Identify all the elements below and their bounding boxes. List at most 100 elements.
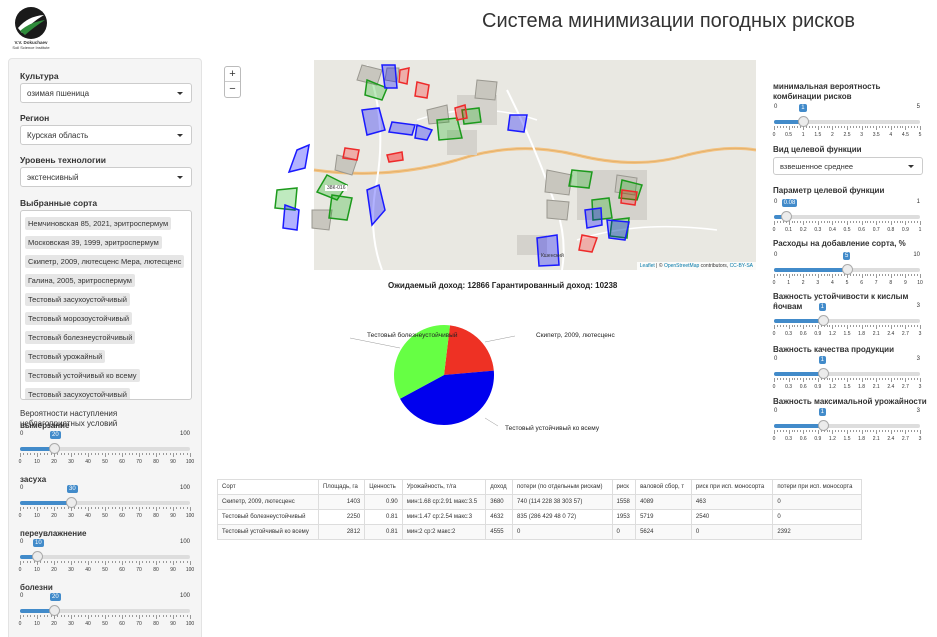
slider-minor-tick (98, 561, 100, 563)
slider-tick-label: 1.8 (858, 331, 866, 337)
slider-tick (88, 507, 89, 511)
sort-chip[interactable]: Скипетр, 2009, лютесценс Мера, лютесценс (25, 255, 185, 268)
right-target_param-slider[interactable]: 0 1 0.08 0 0.1 0.2 0.3 0.4 0.5 0.6 0.7 0.8 0.9 1 (773, 199, 921, 233)
zoom-in-button[interactable]: + (225, 67, 240, 82)
table-header-cell[interactable]: доход (485, 479, 514, 495)
osm-link[interactable]: OpenStreetMap (664, 263, 699, 269)
slider-minor-tick (797, 126, 799, 128)
table-header-cell[interactable]: потери при исп. моносорта (772, 479, 862, 495)
slider-minor-tick (887, 126, 889, 128)
table-cell: 0.90 (364, 494, 403, 510)
slider-minor-tick (776, 430, 778, 432)
slider-minor-tick (884, 274, 886, 276)
slider-tick (890, 430, 892, 434)
slider-minor-tick (823, 378, 825, 380)
slider-minor-tick (844, 378, 846, 380)
slider-minor-tick (169, 507, 171, 509)
slider-minor-tick (791, 221, 793, 223)
sort-chip[interactable]: Тестовый морозоустойчивый (25, 312, 133, 325)
slider-minor-tick (186, 507, 188, 509)
cc-link[interactable]: CC-BY-SA (730, 263, 753, 269)
right-cost-slider[interactable]: 0 10 5 0 1 2 3 4 5 6 7 8 9 10 (773, 252, 923, 286)
table-header-cell[interactable]: риск при исп. моносорта (690, 479, 774, 495)
slider-minor-tick (797, 274, 799, 276)
table-header-cell[interactable]: Площадь, га (317, 479, 366, 495)
slider-max-label: 3 (916, 356, 920, 362)
sort-chip[interactable]: Тестовый засухоустойчивый (25, 388, 130, 399)
slider-minor-tick (811, 430, 813, 432)
slider-minor-tick (67, 615, 69, 617)
slider-tick (122, 615, 123, 619)
slider-minor-tick (829, 325, 831, 327)
slider-minor-tick (911, 430, 913, 432)
slider-tick-label: 0.5 (843, 227, 851, 233)
right-min_prob-slider[interactable]: 0 5 1 0 0.5 1 1.5 2 2.5 3 3.5 4 4.5 5 (773, 104, 921, 138)
slider-minor-tick (142, 507, 144, 509)
page-title: Система минимизации погодных рисков (482, 10, 855, 32)
table-header-cell[interactable]: Ценность (364, 479, 403, 495)
sort-chip[interactable]: Тестовый засухоустойчивый (25, 293, 130, 306)
fields-map[interactable]: 38К-016 Кшенский + − Leaflet | © OpenStr… (217, 60, 756, 270)
slider-tick (20, 507, 21, 511)
table-header-cell[interactable]: потери (по отдельным рискам) (512, 479, 613, 495)
slider-minor-tick (899, 274, 901, 276)
slider-minor-tick (835, 378, 837, 380)
slider-minor-tick (864, 221, 866, 223)
sort-chip[interactable]: Тестовый болезнеустойчивый (25, 331, 136, 344)
slider-minor-tick (166, 615, 168, 617)
table-header-cell[interactable]: Сорт (217, 479, 319, 495)
culture-select[interactable]: озимая пшеница (20, 83, 192, 103)
slider-minor-tick (111, 615, 113, 617)
slider-tick-label: 0 (772, 384, 776, 390)
slider-tick-label: 0 (18, 567, 22, 573)
slider-minor-tick (791, 430, 793, 432)
slider-tick-label: 0.9 (814, 384, 822, 390)
slider-tick (156, 615, 157, 619)
sort-chip[interactable]: Московская 39, 1999, эритроспермум (25, 236, 162, 249)
slider-minor-tick (849, 221, 851, 223)
sort-chip[interactable]: Тестовый урожайный (25, 350, 106, 363)
sort-chip[interactable]: Немчиновская 85, 2021, эритроспермум (25, 217, 172, 230)
slider-minor-tick (57, 561, 59, 563)
slider-tick (861, 274, 863, 278)
slider-minor-tick (115, 507, 117, 509)
slider-tick (156, 453, 157, 457)
slider-minor-tick (806, 221, 808, 223)
region-select[interactable]: Курская область (20, 125, 192, 145)
slider-tick-label: 50 (102, 459, 108, 465)
table-header-cell[interactable]: риск (611, 479, 637, 495)
slider-minor-tick (98, 453, 100, 455)
slider-minor-tick (809, 126, 811, 128)
slider-2-slider[interactable]: переувлажнение 0 100 10 0 10 20 30 40 50 60 70 80 90 1… (18, 529, 195, 573)
slider-minor-tick (135, 615, 137, 617)
zoom-out-button[interactable]: − (225, 82, 240, 97)
sorts-multiselect[interactable]: Немчиновская 85, 2021, эритроспермум Моск… (20, 210, 192, 400)
right-acid-slider[interactable]: 0 3 1 0 0.3 0.6 0.9 1.2 1.5 1.8 2.1 2.4 2.7 3 (773, 303, 921, 337)
sort-chip[interactable]: Тестовый устойчивый ко всему (25, 369, 140, 382)
slider-minor-tick (125, 453, 127, 455)
sort-chip[interactable]: Галина, 2005, эритроспермум (25, 274, 135, 287)
tech-select[interactable]: экстенсивный (20, 167, 192, 187)
slider-minor-tick (111, 453, 113, 455)
slider-tick-label: 20 (51, 513, 57, 519)
slider-1-slider[interactable]: засуха 0 100 30 0 10 20 30 40 50 60 70 80 90 100 (19, 475, 195, 519)
table-header-cell[interactable]: валовой сбор, т (635, 479, 692, 495)
slider-0-slider[interactable]: вымерзание 0 100 20 0 10 20 30 40 50 60 70 80 90 100 (19, 421, 195, 465)
slider-minor-tick (893, 221, 895, 223)
slider-minor-tick (917, 430, 919, 432)
leaflet-link[interactable]: Leaflet (640, 263, 655, 269)
right-quality-slider[interactable]: 0 3 1 0 0.3 0.6 0.9 1.2 1.5 1.8 2.1 2.4 2.7 3 (772, 356, 921, 390)
slider-minor-tick (896, 274, 898, 276)
target-type-select[interactable]: взвешенное среднее (773, 157, 923, 175)
slider-3-slider[interactable]: болезни 0 100 20 0 10 20 30 40 50 60 70 80 90 100 (19, 583, 195, 627)
right-yield-slider[interactable]: 0 3 1 0 0.3 0.6 0.9 1.2 1.5 1.8 2.1 2.4 2.7 3 (773, 408, 921, 442)
slider-minor-tick (81, 561, 83, 563)
slider-minor-tick (911, 325, 913, 327)
slider-minor-tick (145, 507, 147, 509)
slider-tick (876, 430, 878, 434)
table-header-cell[interactable]: Урожайность, т/га (401, 479, 487, 495)
institute-logo: V.V. Dokuchaev Soil Science Institute (6, 6, 56, 58)
slider-tick (788, 221, 790, 225)
slider-minor-tick (64, 561, 66, 563)
slider-minor-tick (98, 615, 100, 617)
